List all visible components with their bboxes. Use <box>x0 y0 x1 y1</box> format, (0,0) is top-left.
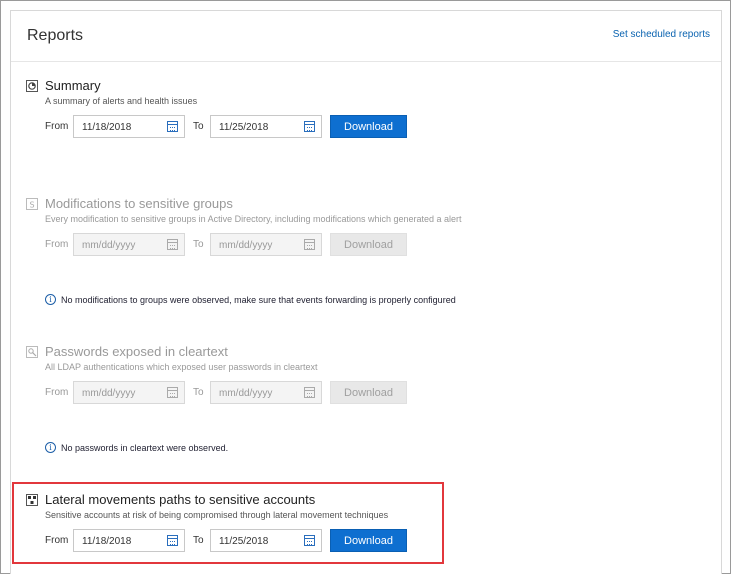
report-title: Passwords exposed in cleartext <box>45 344 228 359</box>
from-date-placeholder: mm/dd/yyyy <box>82 240 136 251</box>
calendar-icon <box>304 387 315 398</box>
from-date-input[interactable]: mm/dd/yyyy <box>73 381 185 404</box>
from-date-input[interactable]: mm/dd/yyyy <box>73 233 185 256</box>
date-range-row: From mm/dd/yyyy To mm/dd/yyyy Download <box>11 381 721 405</box>
report-description: A summary of alerts and health issues <box>45 96 198 106</box>
to-date-placeholder: mm/dd/yyyy <box>219 388 273 399</box>
svg-text:S: S <box>30 201 35 210</box>
sensitive-groups-icon: S <box>26 198 38 210</box>
from-date-placeholder: mm/dd/yyyy <box>82 388 136 399</box>
calendar-icon[interactable] <box>304 121 315 132</box>
to-date-input[interactable]: mm/dd/yyyy <box>210 233 322 256</box>
calendar-icon <box>167 239 178 250</box>
notice-text: No passwords in cleartext were observed. <box>61 443 229 453</box>
to-date-input[interactable]: mm/dd/yyyy <box>210 381 322 404</box>
to-date-value: 11/25/2018 <box>219 122 269 133</box>
date-range-row: From mm/dd/yyyy To mm/dd/yyyy Download <box>11 233 721 257</box>
date-range-row: From 11/18/2018 To 11/25/2018 Download <box>11 115 721 139</box>
to-label: To <box>193 121 204 132</box>
report-title: Modifications to sensitive groups <box>45 196 233 211</box>
download-button-disabled: Download <box>330 233 407 256</box>
from-label: From <box>45 239 69 250</box>
notice-text: No modifications to groups were observed… <box>61 295 456 305</box>
to-date-placeholder: mm/dd/yyyy <box>219 240 273 251</box>
calendar-icon[interactable] <box>167 121 178 132</box>
set-scheduled-reports-link[interactable]: Set scheduled reports <box>613 29 710 40</box>
page-title: Reports <box>27 27 84 44</box>
download-button[interactable]: Download <box>330 115 407 138</box>
report-description: All LDAP authentications which exposed u… <box>45 362 318 372</box>
summary-report-icon <box>26 80 38 92</box>
to-label: To <box>193 387 204 398</box>
calendar-icon <box>304 239 315 250</box>
highlight-box <box>12 482 444 564</box>
from-label: From <box>45 387 69 398</box>
to-date-input[interactable]: 11/25/2018 <box>210 115 322 138</box>
from-label: From <box>45 121 69 132</box>
report-description: Every modification to sensitive groups i… <box>45 214 462 224</box>
info-icon: i <box>45 442 56 453</box>
panel-header: Reports Set scheduled reports <box>11 11 721 62</box>
from-date-input[interactable]: 11/18/2018 <box>73 115 185 138</box>
info-icon: i <box>45 294 56 305</box>
report-title: Summary <box>45 78 101 93</box>
download-button-disabled: Download <box>330 381 407 404</box>
cleartext-password-icon <box>26 346 38 358</box>
calendar-icon <box>167 387 178 398</box>
from-date-value: 11/18/2018 <box>82 122 132 133</box>
to-label: To <box>193 239 204 250</box>
